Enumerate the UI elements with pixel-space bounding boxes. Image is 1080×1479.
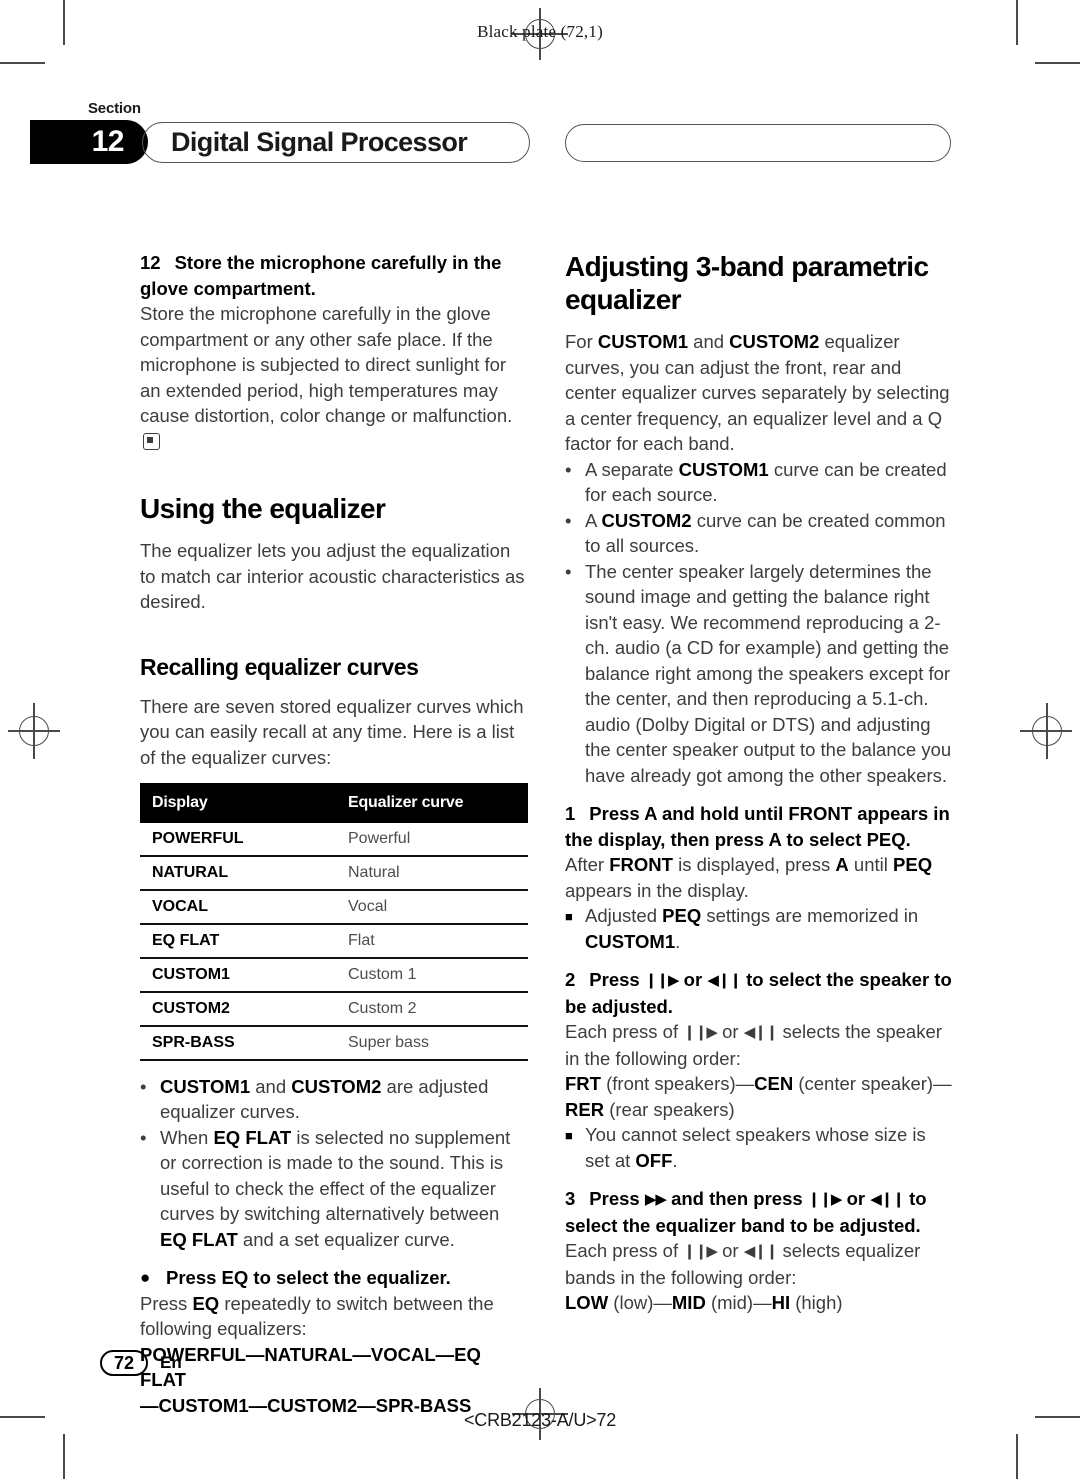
page-language-label: En	[160, 1353, 182, 1372]
numbered-item-12-heading: 12 Store the microphone carefully in the …	[140, 250, 530, 301]
recalling-equalizer-body: There are seven stored equalizer curves …	[140, 695, 524, 768]
step-3-body: Each press of ❙❙▶ or ◀❙❙ selects equaliz…	[565, 1240, 921, 1288]
table-cell-curve: Custom 1	[334, 957, 528, 993]
crop-mark-bottom-right-vertical	[1016, 1434, 1018, 1479]
table-cell-curve: Vocal	[334, 889, 528, 925]
right-column: Adjusting 3-band parametric equalizer Fo…	[565, 250, 955, 1316]
table-cell-curve: Flat	[334, 923, 528, 959]
rewind-pause-icon: ◀❙❙	[870, 1190, 905, 1208]
table-row: VOCAL Vocal	[140, 889, 528, 925]
list-item-text: The center speaker largely determines th…	[585, 560, 952, 786]
step-3-band-order: LOW (low)—MID (mid)—HI (high)	[565, 1292, 843, 1313]
registration-mark-left-circle	[19, 716, 49, 746]
table-header-equalizer-curve: Equalizer curve	[334, 783, 528, 823]
using-equalizer-body: The equalizer lets you adjust the equali…	[140, 540, 525, 612]
list-item: • A CUSTOM2 curve can be created common …	[565, 508, 955, 559]
heading-adjusting-3-band-parametric-equalizer: Adjusting 3-band parametric equalizer	[565, 251, 929, 315]
table-row: SPR-BASS Super bass	[140, 1025, 528, 1061]
table-header-display: Display	[140, 783, 334, 823]
page-number-badge: 72	[100, 1350, 148, 1376]
list-item-text: A CUSTOM2 curve can be created common to…	[585, 509, 946, 557]
step-3-number: 3	[565, 1188, 576, 1209]
header-pill-empty	[565, 124, 951, 162]
heading-recalling-equalizer-curves: Recalling equalizer curves	[140, 653, 419, 680]
step-2-heading: 2 Press ❙❙▶ or ◀❙❙ to select the speaker …	[565, 969, 952, 1017]
rewind-pause-icon: ◀❙❙	[743, 1242, 779, 1260]
step-2-speaker-order: FRT (front speakers)—CEN (center speaker…	[565, 1073, 952, 1120]
note-item-text: Adjusted PEQ settings are memorized in C…	[585, 905, 919, 952]
list-item-text: CUSTOM1 and CUSTOM2 are adjusted equaliz…	[160, 1075, 489, 1123]
section-number-badge: 12	[30, 120, 148, 164]
table-cell-display: NATURAL	[140, 855, 334, 891]
numbered-item-12-body: Store the microphone carefully in the gl…	[140, 301, 530, 454]
equalizer-chain-line-1: POWERFUL—NATURAL—VOCAL—EQ FLAT	[140, 1343, 481, 1391]
table-cell-display: POWERFUL	[140, 822, 334, 857]
table-row: CUSTOM2 Custom 2	[140, 991, 528, 1027]
square-bullet-icon: ■	[565, 909, 573, 924]
table-row: NATURAL Natural	[140, 855, 528, 891]
adjusting-intro-body: For CUSTOM1 and CUSTOM2 equalizer curves…	[565, 331, 950, 454]
step-3-heading: 3 Press ▶▶ and then press ❙❙▶ or ◀❙❙ to s…	[565, 1188, 927, 1236]
equalizer-curves-table: Display Equalizer curve POWERFUL Powerful…	[140, 783, 528, 1061]
list-item: • A separate CUSTOM1 curve can be create…	[565, 457, 955, 508]
table-cell-display: VOCAL	[140, 889, 334, 925]
table-header-row: Display Equalizer curve	[140, 783, 528, 823]
end-of-note-icon	[143, 432, 160, 450]
page-title: Digital Signal Processor	[142, 122, 530, 163]
filled-circle-icon: ●	[140, 1268, 151, 1287]
heading-using-the-equalizer: Using the equalizer	[140, 493, 386, 524]
left-column: 12 Store the microphone carefully in the …	[140, 250, 530, 1418]
table-cell-display: CUSTOM1	[140, 957, 334, 993]
bullet-icon: •	[565, 509, 572, 531]
list-item-text: When EQ FLAT is selected no supplement o…	[160, 1126, 511, 1250]
black-plate-label: Black plate (72,1)	[477, 22, 603, 41]
bullet-icon: •	[565, 458, 572, 480]
list-item: • The center speaker largely determines …	[565, 559, 955, 789]
numbered-item-12-heading-text: Store the microphone carefully in the gl…	[140, 252, 502, 299]
table-cell-display: SPR-BASS	[140, 1025, 334, 1061]
numbered-item-12-number: 12	[140, 252, 161, 273]
action-item-heading: Press EQ to select the equalizer.	[166, 1267, 451, 1288]
table-cell-display: EQ FLAT	[140, 923, 334, 959]
press-eq-body: Press EQ repeatedly to switch between th…	[140, 1292, 494, 1340]
table-cell-display: CUSTOM2	[140, 991, 334, 1027]
list-item: • When EQ FLAT is selected no supplement…	[140, 1125, 530, 1253]
note-item: ■ You cannot select speakers whose size …	[565, 1122, 955, 1173]
note-item: ■ Adjusted PEQ settings are memorized in…	[565, 903, 955, 954]
rewind-pause-icon: ◀❙❙	[707, 971, 742, 989]
rewind-pause-icon: ◀❙❙	[743, 1023, 779, 1041]
section-word-label: Section	[88, 100, 141, 117]
crop-mark-top-right-horizontal	[1035, 62, 1080, 64]
step-1-body: After FRONT is displayed, press A until …	[565, 854, 933, 901]
table-cell-curve: Super bass	[334, 1025, 528, 1061]
crop-mark-bottom-left-vertical	[63, 1434, 65, 1479]
step-2-number: 2	[565, 969, 576, 990]
list-item: • CUSTOM1 and CUSTOM2 are adjusted equal…	[140, 1074, 530, 1125]
table-row: CUSTOM1 Custom 1	[140, 957, 528, 993]
crop-mark-top-left-horizontal	[0, 62, 45, 64]
step-1-heading: 1 Press A and hold until FRONT appears in…	[565, 801, 955, 852]
table-cell-curve: Natural	[334, 855, 528, 891]
bullet-icon: •	[565, 560, 572, 582]
list-item-text: A separate CUSTOM1 curve can be created …	[585, 458, 947, 506]
fast-forward-icon: ▶▶	[644, 1190, 667, 1208]
table-cell-curve: Custom 2	[334, 991, 528, 1027]
step-1-heading-text: Press A and hold until FRONT appears in …	[565, 803, 950, 850]
table-row: POWERFUL Powerful	[140, 822, 528, 857]
step-1-number: 1	[565, 803, 576, 824]
table-row: EQ FLAT Flat	[140, 923, 528, 959]
pause-play-forward-icon: ❙❙▶	[644, 971, 680, 989]
pause-play-forward-icon: ❙❙▶	[683, 1023, 718, 1041]
square-bullet-icon: ■	[565, 1128, 573, 1143]
pause-play-forward-icon: ❙❙▶	[807, 1190, 843, 1208]
step-2-body: Each press of ❙❙▶ or ◀❙❙ selects the spe…	[565, 1021, 942, 1069]
note-item-text: You cannot select speakers whose size is…	[585, 1124, 926, 1171]
pause-play-forward-icon: ❙❙▶	[683, 1242, 718, 1260]
colophon-code: <CRB2123-A/U>72	[463, 1410, 617, 1430]
bullet-icon: •	[140, 1126, 147, 1148]
bullet-icon: •	[140, 1075, 147, 1097]
action-item-press-eq: ● Press EQ to select the equalizer.	[140, 1265, 530, 1291]
table-cell-curve: Powerful	[334, 822, 528, 857]
registration-mark-right-circle	[1032, 716, 1062, 746]
